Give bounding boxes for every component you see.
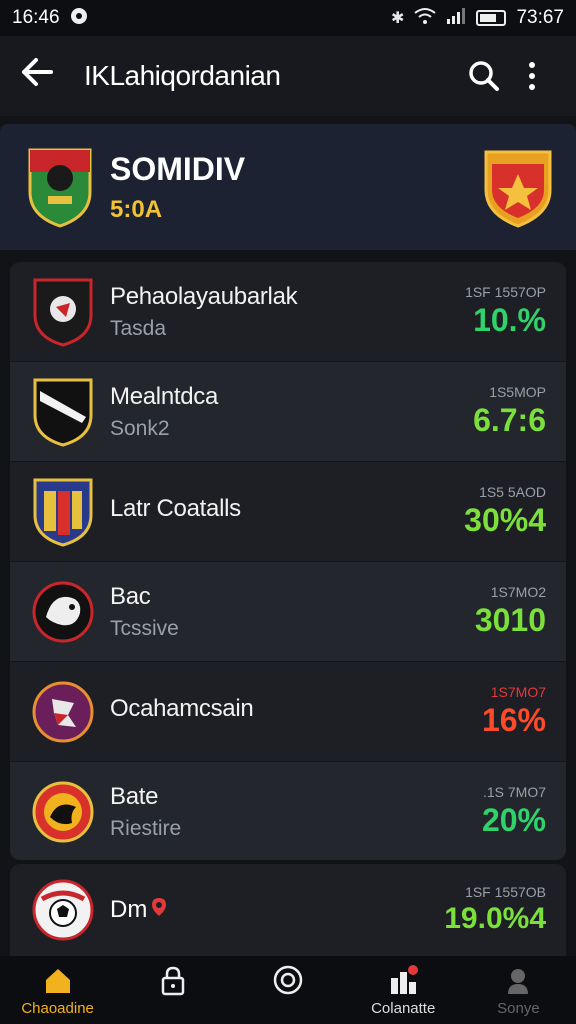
team-percentage: 16% — [481, 702, 546, 738]
team-crest-icon — [26, 146, 94, 228]
team-stat-label: 1SF 1557OB — [465, 884, 546, 900]
team-percentage: 10.% — [473, 302, 546, 338]
app-bar: IKLahiqordanian — [0, 36, 576, 116]
opponent-crest-icon — [482, 146, 552, 228]
nav-stats[interactable]: Colanatte — [346, 956, 461, 1024]
nav-lock[interactable] — [115, 956, 230, 1024]
team-stat-label: 1S7MO7 — [490, 684, 546, 700]
nav-stats-label: Colanatte — [371, 999, 436, 1017]
featured-team-card[interactable]: SOMIDIV 5:0A — [0, 124, 576, 250]
team-row[interactable]: Dm 1SF 1557OB 19.0%4 — [10, 864, 566, 956]
search-icon[interactable] — [460, 60, 508, 92]
bluetooth-icon: ✱ — [391, 10, 405, 27]
team-percentage: 20% — [481, 802, 546, 838]
wifi-icon — [414, 7, 437, 30]
team-logo-icon — [32, 377, 94, 447]
nav-target[interactable] — [230, 956, 345, 1024]
team-name: Pehaolayaubarlak — [110, 282, 298, 310]
team-name: Bac — [110, 582, 151, 610]
team-name: Dm — [110, 896, 148, 923]
target-icon — [273, 965, 303, 994]
nav-home-label: Chaoadine — [21, 999, 94, 1017]
notification-icon — [70, 7, 88, 30]
featured-team-score: 5:0A — [110, 195, 163, 223]
team-percentage: 6.7:6 — [473, 402, 546, 438]
team-logo-icon — [32, 577, 94, 647]
chart-icon — [391, 964, 419, 994]
nav-profile[interactable]: Sonye — [461, 956, 576, 1024]
signal-icon — [446, 7, 466, 30]
bottom-navigation: Chaoadine Colanatte Sonye — [0, 956, 576, 1024]
team-row[interactable]: Ocahamcsain 1S7MO7 16% — [10, 662, 566, 762]
team-subtitle: Tasda — [110, 316, 167, 340]
lock-icon — [161, 966, 185, 995]
team-logo-icon — [32, 277, 94, 347]
home-icon — [45, 968, 70, 993]
team-row[interactable]: Mealntdca Sonk2 1S5MOP 6.7:6 — [10, 362, 566, 462]
team-logo-icon — [32, 875, 94, 945]
profile-icon — [508, 968, 529, 994]
team-subtitle: Riestire — [110, 816, 182, 840]
team-name: Bate — [110, 782, 159, 810]
team-percentage: 3010 — [474, 602, 546, 638]
status-time: 16:46 — [12, 7, 60, 28]
page-title: IKLahiqordanian — [84, 60, 281, 91]
team-row[interactable]: Bac Tcssive 1S7MO2 3010 — [10, 562, 566, 662]
team-row[interactable]: Pehaolayaubarlak Tasda 1SF 1557OP 10.% — [10, 262, 566, 362]
team-logo-icon — [32, 677, 94, 747]
team-stat-label: 1S5 5AOD — [479, 484, 546, 500]
team-subtitle: Sonk2 — [110, 416, 170, 440]
team-stat-label: 1SF 1557OP — [465, 284, 546, 300]
status-clock-right: 73:67 — [516, 7, 564, 28]
team-logo-icon — [32, 777, 94, 847]
team-stat-label: 1S5MOP — [489, 384, 546, 400]
team-name: Ocahamcsain — [110, 694, 254, 722]
nav-profile-label: Sonye — [497, 999, 540, 1017]
team-subtitle: Tcssive — [110, 616, 179, 640]
status-bar: 16:46 ✱ 73:67 — [0, 0, 576, 36]
battery-icon — [476, 10, 507, 26]
nav-home[interactable]: Chaoadine — [0, 956, 115, 1024]
more-options-icon[interactable] — [508, 60, 556, 92]
team-percentage: 19.0%4 — [444, 902, 546, 935]
location-pin-icon — [151, 897, 167, 923]
team-logo-icon — [32, 477, 94, 547]
team-stat-label: .1S 7MO7 — [482, 784, 546, 800]
team-name: Latr Coatalls — [110, 494, 241, 522]
team-list: Pehaolayaubarlak Tasda 1SF 1557OP 10.% M… — [10, 262, 566, 860]
team-name: Mealntdca — [110, 382, 219, 410]
back-arrow-icon[interactable] — [20, 57, 68, 96]
team-row[interactable]: Latr Coatalls 1S5 5AOD 30%4 — [10, 462, 566, 562]
team-percentage: 30%4 — [464, 502, 546, 538]
team-row[interactable]: Bate Riestire .1S 7MO7 20% — [10, 762, 566, 860]
featured-team-name: SOMIDIV — [110, 150, 246, 187]
team-stat-label: 1S7MO2 — [490, 584, 546, 600]
